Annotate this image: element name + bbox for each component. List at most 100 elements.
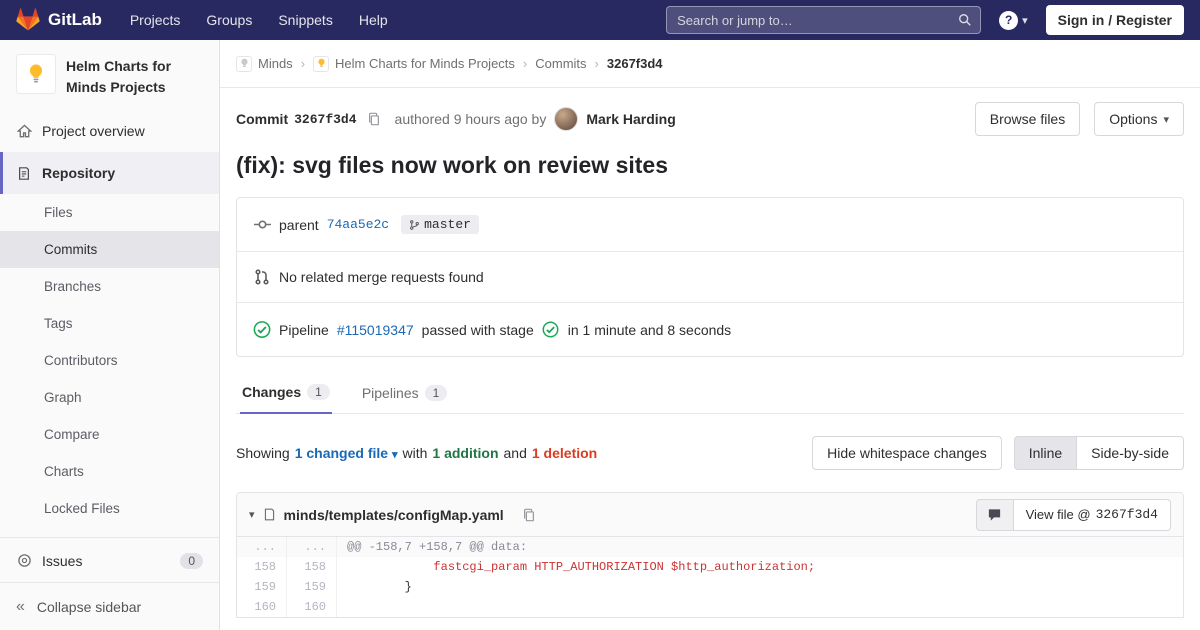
- gitlab-logo-icon: [16, 8, 40, 32]
- copy-icon: [367, 112, 381, 126]
- hide-whitespace-button[interactable]: Hide whitespace changes: [812, 436, 1002, 470]
- options-dropdown[interactable]: Options ▾: [1094, 102, 1184, 136]
- chevron-down-icon: ▾: [392, 449, 398, 461]
- diff-summary-row: Showing 1 changed file ▾ with 1 addition…: [220, 414, 1200, 492]
- search-input[interactable]: [675, 12, 958, 29]
- nav-item-groups[interactable]: Groups: [206, 12, 252, 28]
- issues-icon: [16, 553, 32, 568]
- merge-requests-row: No related merge requests found: [237, 251, 1183, 302]
- chevron-down-icon: ▾: [1022, 14, 1028, 27]
- sidebar-item-tags[interactable]: Tags: [0, 305, 219, 342]
- old-line-number[interactable]: 158: [237, 557, 287, 577]
- breadcrumb-item-project[interactable]: Helm Charts for Minds Projects: [313, 56, 515, 72]
- sidebar-item-charts[interactable]: Charts: [0, 453, 219, 490]
- hunk-header-text: @@ -158,7 +158,7 @@ data:: [337, 537, 1183, 557]
- issues-count-badge: 0: [180, 553, 203, 569]
- breadcrumb-item-group[interactable]: Minds: [236, 56, 293, 72]
- tab-changes[interactable]: Changes 1: [240, 373, 332, 414]
- collapse-diff-icon[interactable]: ▾: [249, 508, 255, 521]
- author-avatar[interactable]: [554, 107, 578, 131]
- sidebar-item-compare[interactable]: Compare: [0, 416, 219, 453]
- sidebar-item-label: Issues: [42, 553, 82, 569]
- view-file-button[interactable]: View file @ 3267f3d4: [1014, 499, 1171, 531]
- breadcrumb-separator: ›: [301, 56, 305, 71]
- commit-info-box: parent 74aa5e2c master No related merge …: [236, 197, 1184, 357]
- sidebar-item-locked-files[interactable]: Locked Files: [0, 490, 219, 527]
- stage-status-icon[interactable]: [542, 321, 560, 338]
- old-line-number[interactable]: 159: [237, 577, 287, 597]
- sidebar-item-graph[interactable]: Graph: [0, 379, 219, 416]
- pipelines-count-badge: 1: [425, 385, 448, 401]
- branch-icon: [409, 219, 420, 231]
- diff-file-path[interactable]: minds/templates/configMap.yaml: [284, 507, 504, 523]
- new-line-number[interactable]: 160: [287, 597, 337, 617]
- collapse-icon: «: [16, 598, 25, 616]
- breadcrumb-item-commits[interactable]: Commits: [535, 56, 586, 71]
- diff-table: ... ... @@ -158,7 +158,7 @@ data: 158 15…: [237, 537, 1183, 617]
- tab-pipelines[interactable]: Pipelines 1: [360, 373, 450, 413]
- pipeline-status-icon[interactable]: [253, 320, 271, 339]
- code-line: [337, 597, 1183, 617]
- commit-title: (fix): svg files now work on review site…: [236, 152, 1184, 179]
- sidebar-item-branches[interactable]: Branches: [0, 268, 219, 305]
- copy-sha-button[interactable]: [363, 112, 385, 126]
- changed-files-dropdown[interactable]: 1 changed file ▾: [295, 445, 398, 461]
- new-line-number[interactable]: 158: [287, 557, 337, 577]
- new-line-number[interactable]: 159: [287, 577, 337, 597]
- project-avatar: [313, 56, 329, 72]
- new-line-number: ...: [287, 537, 337, 557]
- help-menu[interactable]: ? ▾: [999, 11, 1028, 30]
- diff-line-row: 160 160: [237, 597, 1183, 617]
- sidebar-item-commits[interactable]: Commits: [0, 231, 219, 268]
- sidebar-item-label: Repository: [42, 165, 115, 181]
- gitlab-brand[interactable]: GitLab: [16, 8, 102, 32]
- author-name[interactable]: Mark Harding: [586, 111, 675, 127]
- browse-files-button[interactable]: Browse files: [975, 102, 1080, 136]
- comment-icon: [987, 507, 1002, 522]
- comment-on-file-button[interactable]: [976, 499, 1014, 531]
- additions-count: 1 addition: [432, 445, 498, 461]
- inline-view-button[interactable]: Inline: [1014, 436, 1076, 470]
- diff-file-box: ▾ minds/templates/configMap.yaml View fi…: [236, 492, 1184, 618]
- nav-item-help[interactable]: Help: [359, 12, 388, 28]
- copy-file-path-button[interactable]: [518, 508, 540, 522]
- lightbulb-icon: [25, 63, 47, 85]
- sign-in-button[interactable]: Sign in / Register: [1046, 5, 1184, 35]
- commit-sha: 3267f3d4: [294, 112, 356, 127]
- pipeline-id-link[interactable]: #115019347: [337, 322, 414, 338]
- project-avatar: [16, 54, 56, 94]
- project-context-header[interactable]: Helm Charts for Minds Projects: [0, 40, 219, 110]
- collapse-sidebar-button[interactable]: « Collapse sidebar: [0, 582, 219, 630]
- branch-badge[interactable]: master: [401, 215, 479, 234]
- top-nav-menu: Projects Groups Snippets Help: [130, 12, 388, 28]
- home-icon: [16, 124, 32, 139]
- old-line-number[interactable]: 160: [237, 597, 287, 617]
- sidebar-item-project-overview[interactable]: Project overview: [0, 110, 219, 152]
- diff-line-row: 158 158 fastcgi_param HTTP_AUTHORIZATION…: [237, 557, 1183, 577]
- nav-item-snippets[interactable]: Snippets: [278, 12, 332, 28]
- commit-meta-row: Commit 3267f3d4 authored 9 hours ago by …: [220, 88, 1200, 142]
- sidebar-item-issues[interactable]: Issues 0: [0, 537, 219, 583]
- diff-line-row: 159 159 }: [237, 577, 1183, 597]
- changes-count-badge: 1: [307, 384, 330, 400]
- changed-files-label: 1 changed file: [295, 445, 388, 461]
- breadcrumb-separator: ›: [595, 56, 599, 71]
- parent-sha-link[interactable]: 74aa5e2c: [327, 217, 389, 232]
- brand-name: GitLab: [48, 10, 102, 30]
- old-line-number: ...: [237, 537, 287, 557]
- collapse-label: Collapse sidebar: [37, 599, 141, 615]
- sidebar-item-repository[interactable]: Repository: [0, 152, 219, 194]
- main-content: Minds › Helm Charts for Minds Projects ›…: [220, 0, 1200, 618]
- showing-label: Showing: [236, 445, 290, 461]
- sidebar-item-files[interactable]: Files: [0, 194, 219, 231]
- sidebar-item-contributors[interactable]: Contributors: [0, 342, 219, 379]
- tab-label: Changes: [242, 384, 301, 400]
- global-search[interactable]: [666, 6, 981, 34]
- project-sidebar: Helm Charts for Minds Projects Project o…: [0, 40, 220, 630]
- top-navbar: GitLab Projects Groups Snippets Help ? ▾…: [0, 0, 1200, 40]
- side-by-side-view-button[interactable]: Side-by-side: [1076, 436, 1184, 470]
- group-avatar: [236, 56, 252, 72]
- view-file-label: View file @: [1026, 507, 1091, 522]
- nav-item-projects[interactable]: Projects: [130, 12, 181, 28]
- diff-view-toggle: Inline Side-by-side: [1014, 436, 1184, 470]
